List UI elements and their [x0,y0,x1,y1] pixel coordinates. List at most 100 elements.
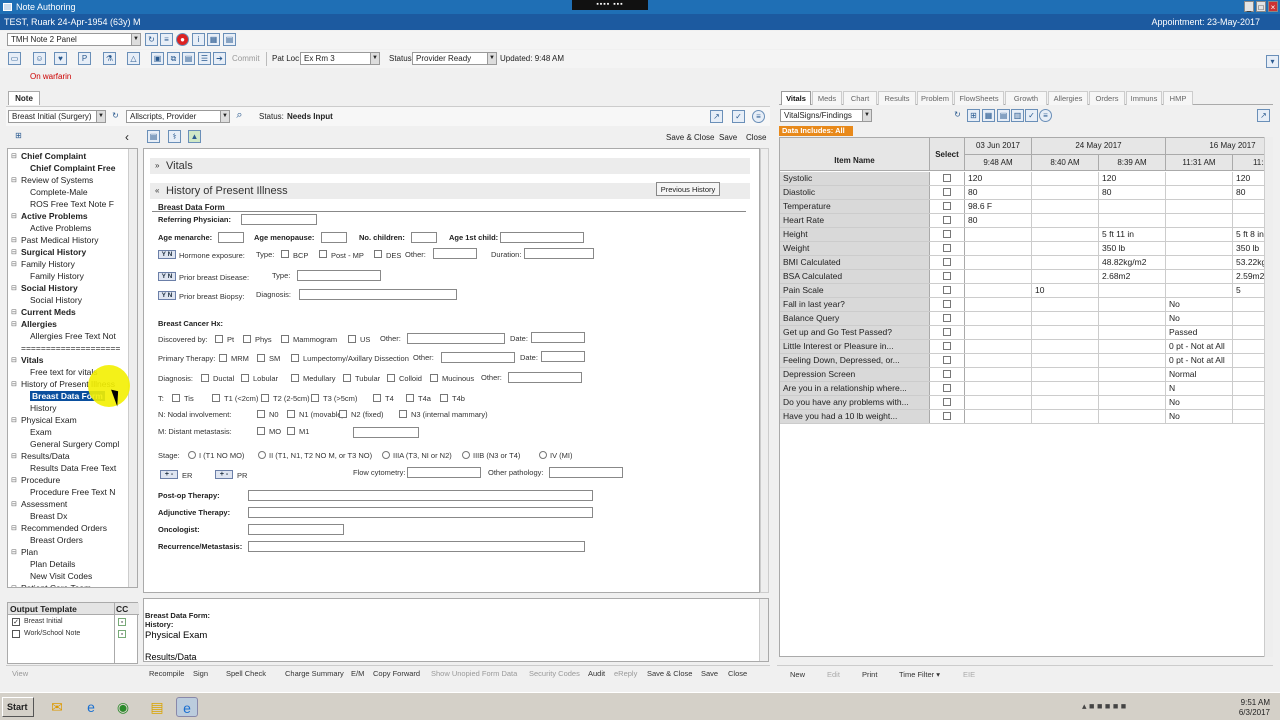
tree-item[interactable]: Current Meds [21,307,76,317]
colloid-checkbox[interactable] [387,374,395,382]
tree-item[interactable]: Procedure [21,475,60,485]
age-first-child-input[interactable] [500,232,584,243]
tree-item[interactable]: Results Data Free Text [30,463,116,473]
chart-icon[interactable]: ▥ [1011,109,1024,122]
vitals-action-3[interactable]: Time Filter ▾ [899,670,940,679]
tree-item[interactable]: Surgical History [21,247,86,257]
output-checkbox[interactable]: ✓ [12,618,20,626]
t-option-checkbox[interactable] [440,394,448,402]
value-cell[interactable] [1166,200,1233,213]
table-icon[interactable]: ▤ [997,109,1010,122]
n-option-checkbox[interactable] [257,410,265,418]
hormone-yn-toggle[interactable]: Y N [158,250,176,259]
diagnosis-other-input[interactable] [508,372,582,383]
tree-item[interactable]: Past Medical History [21,235,98,245]
value-cell[interactable]: N [1166,382,1233,395]
note-icon[interactable]: ≡ [160,33,173,46]
value-cell[interactable] [965,396,1032,409]
value-cell[interactable] [1099,298,1166,311]
export-icon[interactable]: ↗ [710,110,723,123]
therapy-other-input[interactable] [441,352,515,363]
value-cell[interactable] [965,242,1032,255]
value-cell[interactable] [1166,186,1233,199]
go-icon[interactable]: ➔ [213,52,226,65]
tab-orders[interactable]: Orders [1089,91,1125,105]
bottom-action-0[interactable]: View [12,669,28,678]
value-cell[interactable] [1032,214,1099,227]
value-cell[interactable]: 48.82kg/m2 [1099,256,1166,269]
file-explorer-icon[interactable]: ▤ [146,697,168,717]
value-cell[interactable] [1032,242,1099,255]
value-cell[interactable] [1099,284,1166,297]
tree-item[interactable]: Vitals [21,355,44,365]
tree-expander-icon[interactable]: ⊟ [11,524,17,532]
stage-radio[interactable] [258,451,266,459]
value-cell[interactable] [1099,340,1166,353]
value-cell[interactable] [965,354,1032,367]
chevron-down-icon[interactable]: ▼ [131,34,140,45]
grid-icon[interactable]: ▦ [207,33,220,46]
tab-meds[interactable]: Meds [812,91,842,105]
user-icon[interactable]: ☺ [33,52,46,65]
bcp-checkbox[interactable] [281,250,289,258]
select-checkbox[interactable] [943,342,951,350]
preview-scrollbar[interactable] [759,599,768,661]
duration-input[interactable] [524,248,594,259]
value-cell[interactable] [1166,172,1233,185]
copy-icon[interactable]: ⧉ [167,52,180,65]
value-cell[interactable]: 120 [1099,172,1166,185]
value-cell[interactable] [965,382,1032,395]
value-cell[interactable] [1166,228,1233,241]
tree-item[interactable]: Active Problems [21,211,88,221]
tree-expander-icon[interactable]: ⊟ [11,500,17,508]
tree-item[interactable]: Plan [21,547,38,557]
status-select[interactable]: Provider Ready ▼ [412,52,497,65]
export-icon[interactable]: ↗ [1257,109,1270,122]
tree-expander-icon[interactable]: ⊟ [11,476,17,484]
pat-loc-select[interactable]: Ex Rm 3 ▼ [300,52,380,65]
ductal-checkbox[interactable] [201,374,209,382]
bottom-action-3[interactable]: Spell Check [226,669,266,678]
tree-item[interactable]: Chief Complaint [21,151,86,161]
heart-icon[interactable]: ♥ [54,52,67,65]
er-toggle[interactable]: + - [160,470,178,479]
chevron-down-icon[interactable]: ▼ [96,111,105,122]
value-cell[interactable] [1166,270,1233,283]
tree-item[interactable]: Breast Dx [30,511,67,521]
value-cell[interactable]: 0 pt - Not at All [1166,340,1233,353]
select-checkbox[interactable] [943,370,951,378]
value-cell[interactable] [1032,270,1099,283]
tree-expander-icon[interactable]: ⊟ [11,356,17,364]
tree-icon[interactable]: ⊞ [967,109,980,122]
close-button[interactable]: Close [746,133,766,142]
m-option-checkbox[interactable] [257,427,265,435]
tree-expander-icon[interactable]: ⊟ [11,248,17,256]
bottom-action-4[interactable]: Charge Summary [285,669,344,678]
tree-icon[interactable]: ⊞ [12,130,25,143]
chevron-down-icon[interactable]: ▼ [862,110,871,121]
select-checkbox[interactable] [943,398,951,406]
tab-allergies[interactable]: Allergies [1048,91,1088,105]
stage-radio[interactable] [462,451,470,459]
chevron-down-icon[interactable]: ▼ [220,111,229,122]
postop-input[interactable] [248,490,593,501]
tree-item[interactable]: Results/Data [21,451,70,461]
value-cell[interactable] [1099,382,1166,395]
tree-item[interactable]: Procedure Free Text N [30,487,115,497]
chevron-down-icon[interactable]: ▼ [370,53,379,64]
value-cell[interactable] [1032,396,1099,409]
value-cell[interactable] [1032,326,1099,339]
template-select[interactable]: Breast Initial (Surgery) ▼ [8,110,106,123]
other-pathology-input[interactable] [549,467,623,478]
value-cell[interactable] [1166,284,1233,297]
value-cell[interactable] [965,270,1032,283]
no-children-input[interactable] [411,232,437,243]
value-cell[interactable]: Passed [1166,326,1233,339]
tab-growth[interactable]: Growth [1005,91,1047,105]
select-checkbox[interactable] [943,188,951,196]
expand-icon[interactable]: ▾ [1266,55,1279,68]
value-cell[interactable] [1032,200,1099,213]
value-cell[interactable] [1099,354,1166,367]
tree-expander-icon[interactable]: ⊟ [11,584,17,587]
select-checkbox[interactable] [943,272,951,280]
